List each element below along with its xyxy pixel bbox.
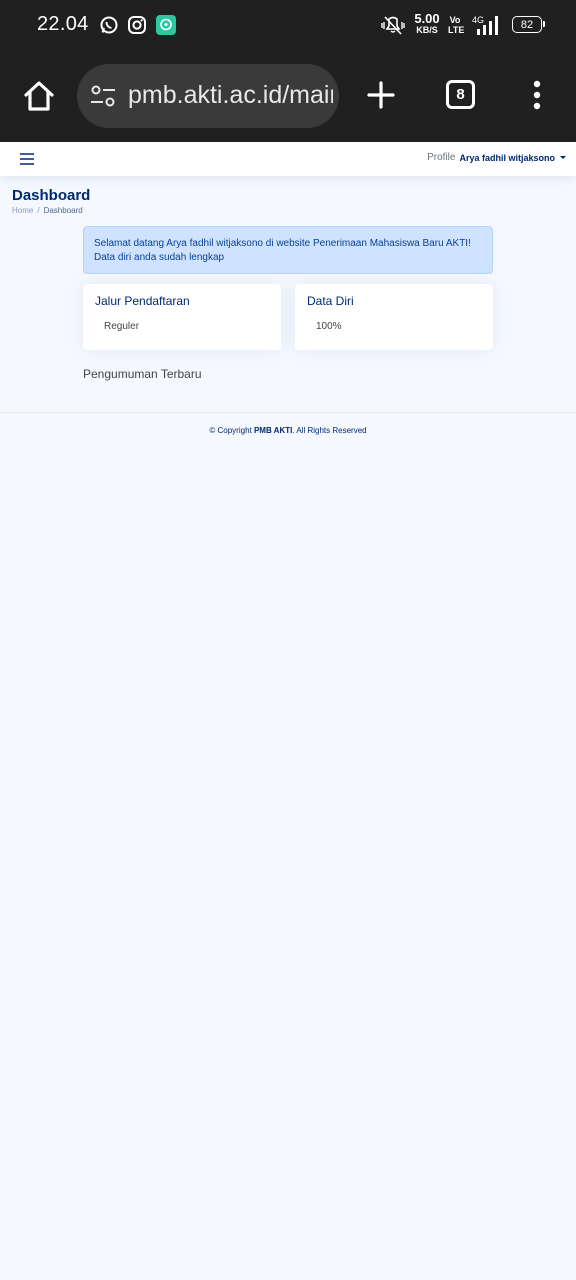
card-title: Data Diri [307, 294, 354, 308]
breadcrumb-separator: / [37, 206, 40, 215]
tab-switcher-button[interactable]: 8 [446, 80, 475, 109]
battery-icon: 82 [512, 16, 545, 33]
personal-data-card: Data Diri 100% [295, 284, 493, 350]
net-speed: 5.00 KB/S [414, 11, 440, 35]
copyright-prefix: © Copyright [209, 426, 254, 435]
site-header: Profile Arya fadhil witjaksono [0, 142, 576, 176]
alert-status-text: Data diri anda sudah lengkap [94, 252, 225, 263]
browser-toolbar: pmb.akti.ac.id/main 8 [0, 52, 576, 142]
status-bar: 22.04 5.00 KB/S Vo LTE 4G 82 [0, 0, 576, 52]
avatar[interactable]: Profile [427, 152, 455, 163]
welcome-alert: Selamat datang Arya fadhil witjaksono di… [83, 226, 493, 274]
site-settings-icon[interactable] [90, 84, 116, 108]
breadcrumb-home[interactable]: Home [12, 206, 33, 215]
alert-welcome-text: Selamat datang Arya fadhil witjaksono di… [94, 238, 471, 249]
breadcrumb-current: Dashboard [43, 206, 83, 215]
chevron-down-icon[interactable] [560, 156, 566, 159]
battery-level: 82 [520, 18, 534, 31]
vibrate-mute-icon [381, 16, 405, 35]
breadcrumb: Home / Dashboard [12, 206, 83, 215]
copyright-suffix: . All Rights Reserved [292, 426, 367, 435]
more-menu-icon[interactable] [530, 80, 544, 110]
registration-path-card: Jalur Pendaftaran Reguler [83, 284, 281, 350]
instagram-icon [128, 16, 146, 34]
copyright-brand: PMB AKTI [253, 426, 293, 435]
card-value: Reguler [104, 321, 140, 332]
home-icon[interactable] [22, 79, 56, 113]
hamburger-menu-icon[interactable] [20, 153, 34, 165]
signal-icon: 4G [472, 15, 498, 35]
volte-indicator: Vo LTE [448, 15, 465, 35]
announcements-heading: Pengumuman Terbaru [83, 367, 202, 381]
card-title: Jalur Pendaftaran [95, 294, 190, 308]
tab-count: 8 [456, 86, 465, 103]
footer: © Copyright PMB AKTI. All Rights Reserve… [0, 412, 576, 435]
address-bar[interactable]: pmb.akti.ac.id/main [77, 64, 339, 128]
profile-dropdown[interactable]: Profile Arya fadhil witjaksono [427, 152, 566, 163]
page-title: Dashboard [12, 187, 91, 204]
svg-text:4G: 4G [472, 15, 484, 25]
clock: 22.04 [37, 13, 89, 35]
card-value: 100% [316, 321, 342, 332]
whatsapp-icon [100, 16, 118, 34]
user-name[interactable]: Arya fadhil witjaksono [459, 153, 555, 163]
new-tab-icon[interactable] [366, 80, 396, 110]
url-text[interactable]: pmb.akti.ac.id/main [128, 81, 333, 110]
chat-app-icon [156, 15, 176, 35]
